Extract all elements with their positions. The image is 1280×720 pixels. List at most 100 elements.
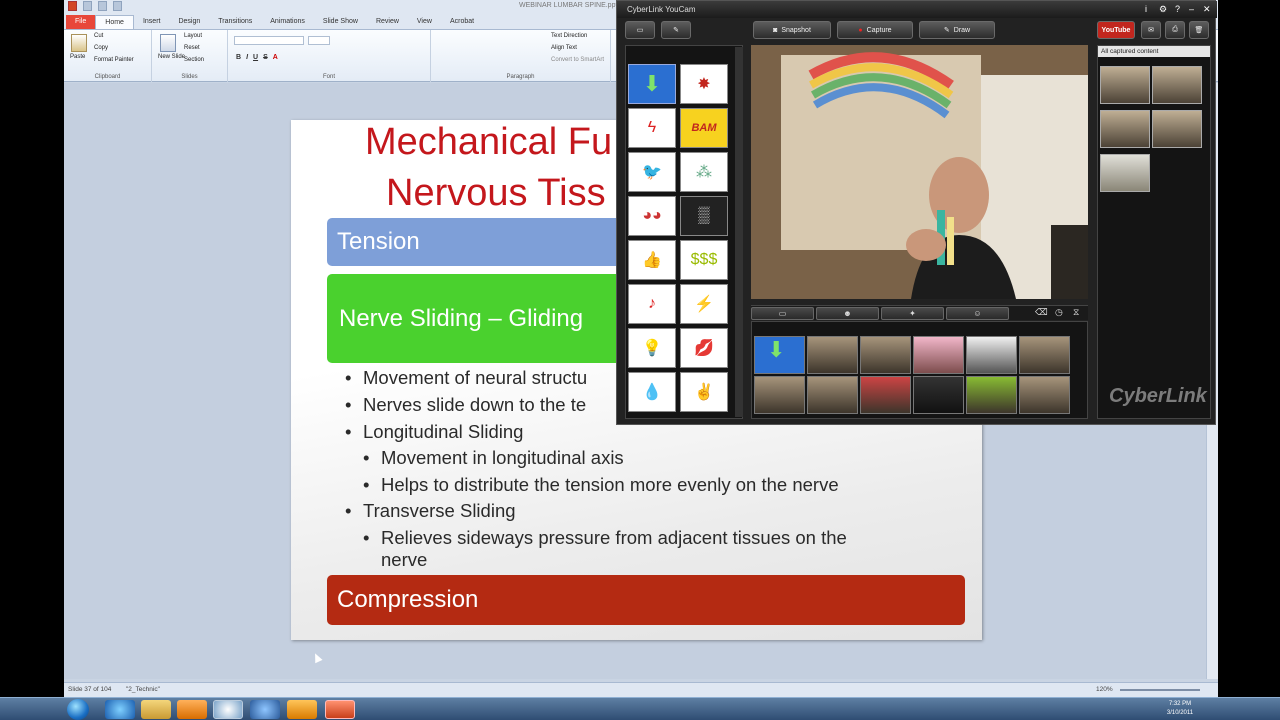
arrow-down-effect[interactable]: ⬇ (628, 64, 676, 104)
effect-thumb[interactable] (807, 376, 858, 414)
start-button-icon[interactable] (67, 699, 89, 720)
capture-button[interactable]: ● Capture (837, 21, 913, 39)
captured-thumb[interactable] (1152, 110, 1202, 148)
tab-capture-mode[interactable]: ▭ (751, 307, 814, 320)
tab-effects[interactable]: ✦ (881, 307, 944, 320)
effect-thumb[interactable] (860, 376, 911, 414)
tab-transitions[interactable]: Transitions (209, 15, 261, 29)
drops-effect[interactable]: 💧 (628, 372, 676, 412)
settings-icon[interactable]: ⚙ (1159, 4, 1167, 15)
effect-thumb[interactable] (966, 336, 1017, 374)
cut-button[interactable]: Cut (94, 33, 103, 39)
print-icon[interactable]: ⎙ (1165, 21, 1185, 39)
victory-effect[interactable]: ✌ (680, 372, 728, 412)
thumb-effect[interactable]: 👍 (628, 240, 676, 280)
captured-thumb[interactable] (1152, 66, 1202, 104)
bold-button[interactable]: B (236, 54, 241, 61)
tab-file[interactable]: File (66, 15, 96, 29)
bam-effect[interactable]: BAM (680, 108, 728, 148)
burst-effect[interactable]: ✸ (680, 64, 728, 104)
info-icon[interactable]: i (1145, 4, 1147, 14)
text-direction-button[interactable]: Text Direction (551, 33, 587, 39)
internet-explorer-icon[interactable] (105, 700, 135, 719)
powerpoint-taskbar-icon[interactable] (325, 700, 355, 719)
content-filter-dropdown[interactable]: All captured content (1098, 46, 1210, 57)
section-button[interactable]: Section (184, 57, 204, 63)
font-name-combo[interactable] (234, 36, 304, 45)
font-color-button[interactable]: A (273, 54, 278, 61)
format-painter-button[interactable]: Format Painter (94, 57, 134, 63)
media-player-icon[interactable] (177, 700, 207, 719)
outlook-icon[interactable] (287, 700, 317, 719)
confetti-effect[interactable]: ⁂ (680, 152, 728, 192)
tab-design[interactable]: Design (169, 15, 209, 29)
new-slide-icon[interactable] (160, 34, 176, 52)
folder-icon[interactable] (141, 700, 171, 719)
reset-button[interactable]: Reset (184, 45, 200, 51)
lightbulb-effect[interactable]: 💡 (628, 328, 676, 368)
camera-switch-button[interactable]: ▭ (625, 21, 655, 39)
hourglass-icon[interactable]: ⧖ (1073, 307, 1079, 318)
zoom-slider[interactable] (1120, 689, 1200, 691)
clock-icon[interactable]: ◷ (1055, 307, 1063, 318)
align-text-button[interactable]: Align Text (551, 45, 577, 51)
music-effect[interactable]: ♪ (628, 284, 676, 324)
snowflake-app-icon[interactable] (250, 700, 280, 719)
underline-button[interactable]: U (253, 54, 258, 61)
tools-button[interactable]: ✎ (661, 21, 691, 39)
paste-icon[interactable] (71, 34, 87, 52)
lips-effect[interactable]: 💋 (680, 328, 728, 368)
layout-button[interactable]: Layout (184, 33, 202, 39)
eyes-effect[interactable]: ◕◕ (628, 196, 676, 236)
tab-slide-show[interactable]: Slide Show (314, 15, 367, 29)
delete-icon[interactable]: 🗑 (1189, 21, 1209, 39)
effect-thumb[interactable] (807, 336, 858, 374)
system-clock[interactable]: 7:32 PM 3/10/2011 (1160, 700, 1200, 718)
close-icon[interactable]: ✕ (1203, 4, 1211, 15)
tab-animations[interactable]: Animations (261, 15, 314, 29)
tab-avatar[interactable]: ☻ (816, 307, 879, 320)
tab-review[interactable]: Review (367, 15, 408, 29)
captured-thumb[interactable] (1100, 110, 1150, 148)
eraser-icon[interactable]: ⌫ (1035, 307, 1048, 318)
copy-button[interactable]: Copy (94, 45, 108, 51)
tab-view[interactable]: View (408, 15, 441, 29)
effect-thumb[interactable] (860, 336, 911, 374)
effect-thumb[interactable] (754, 376, 805, 414)
money-effect[interactable]: $$$ (680, 240, 728, 280)
snapshot-button[interactable]: ◙ Snapshot (753, 21, 831, 39)
font-size-combo[interactable] (308, 36, 330, 45)
captured-thumb[interactable] (1100, 66, 1150, 104)
effect-thumb[interactable] (966, 376, 1017, 414)
new-slide-button[interactable]: New Slide (158, 54, 185, 60)
undo-icon[interactable] (98, 1, 107, 11)
draw-button[interactable]: ✎ Draw (919, 21, 995, 39)
camera-app-icon[interactable] (213, 700, 243, 719)
effects-scrollbar[interactable] (735, 47, 743, 417)
effect-thumb[interactable] (1019, 336, 1070, 374)
effect-thumb[interactable] (913, 336, 964, 374)
effect-thumb[interactable] (1019, 376, 1070, 414)
redo-icon[interactable] (113, 1, 122, 11)
paste-button[interactable]: Paste (70, 54, 85, 60)
email-icon[interactable]: ✉ (1141, 21, 1161, 39)
effect-thumb[interactable]: ⬇ (754, 336, 805, 374)
sparks-effect[interactable]: ⚡ (680, 284, 728, 324)
save-icon[interactable] (83, 1, 92, 11)
tab-home[interactable]: Home (95, 15, 134, 29)
ppt-logo-icon[interactable] (68, 1, 77, 11)
convert-smartart-button[interactable]: Convert to SmartArt (551, 57, 604, 63)
captured-thumb[interactable] (1100, 154, 1150, 192)
italic-button[interactable]: I (246, 54, 248, 61)
tab-emotions[interactable]: ☺ (946, 307, 1009, 320)
effect-thumb[interactable] (913, 376, 964, 414)
minimize-icon[interactable]: – (1189, 4, 1194, 14)
zigzag-effect[interactable]: ϟ (628, 108, 676, 148)
bird-effect[interactable]: 🐦 (628, 152, 676, 192)
help-icon[interactable]: ? (1175, 4, 1180, 14)
static-effect[interactable]: ▒ (680, 196, 728, 236)
strikethrough-button[interactable]: S (263, 54, 268, 61)
tab-insert[interactable]: Insert (134, 15, 170, 29)
youtube-button[interactable]: YouTube (1097, 21, 1135, 39)
tab-acrobat[interactable]: Acrobat (441, 15, 483, 29)
